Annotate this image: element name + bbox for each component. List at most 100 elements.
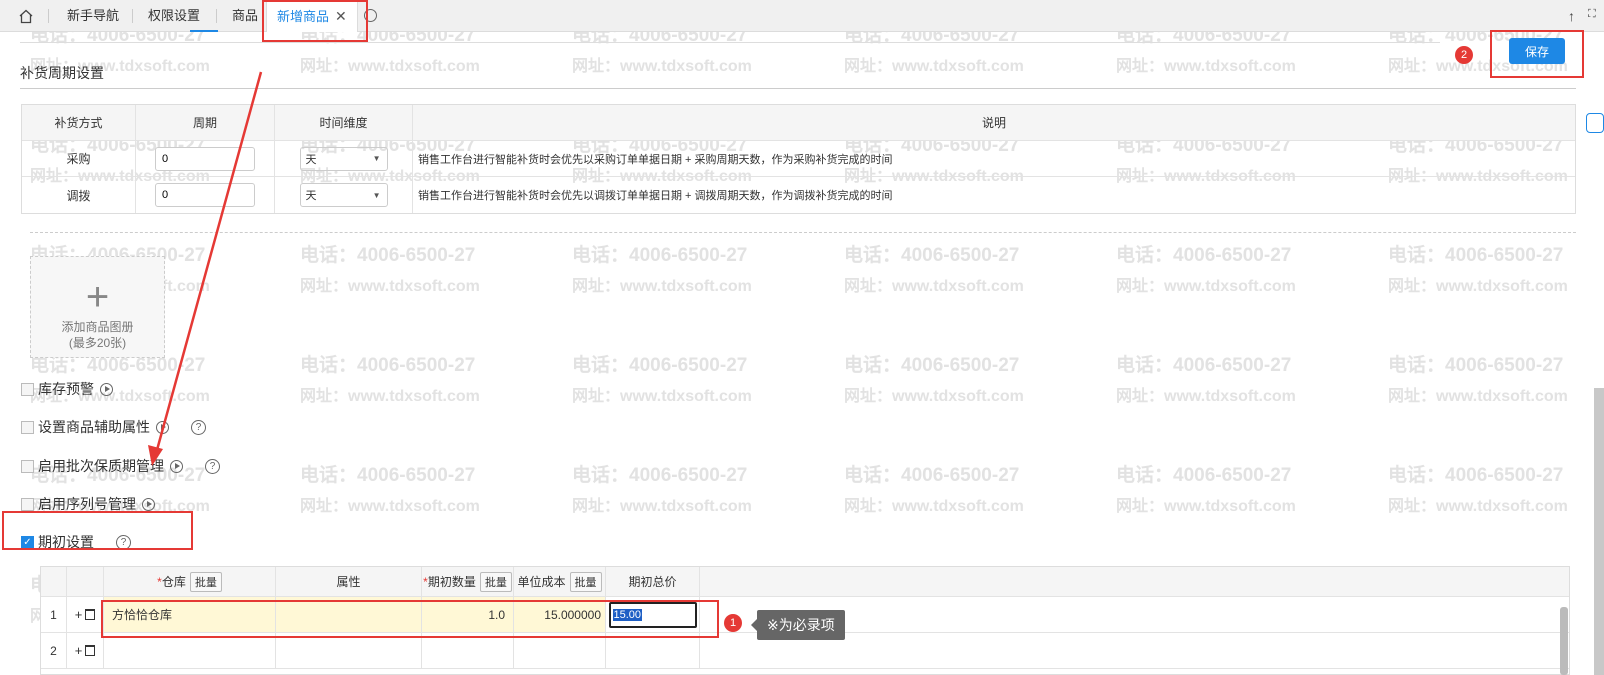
period-cell <box>136 141 275 176</box>
watermark-text: 网址：www.tdxsoft.com <box>844 498 1024 515</box>
option-label: 启用批次保质期管理 <box>38 458 164 474</box>
home-icon[interactable] <box>14 6 38 26</box>
annotation-box-row <box>101 600 719 638</box>
watermark-text: 电话：4006-6500-27 <box>572 355 748 376</box>
caret-down-icon: ▼ <box>372 190 381 200</box>
total-cell[interactable] <box>606 633 700 668</box>
unit-value: 天 <box>305 153 317 166</box>
tab-guide[interactable]: 新手导航 <box>57 0 129 32</box>
table-row: 采购 天▼ 销售工作台进行智能补货时会优先以采购订单单据日期 + 采购周期天数，… <box>22 141 1575 177</box>
header-attr: 属性 <box>276 567 422 596</box>
watermark-text: 网址：www.tdxsoft.com <box>1116 278 1296 295</box>
option-label: 库存预警 <box>38 381 94 397</box>
watermark-text: 电话：4006-6500-27 <box>300 245 476 266</box>
table-scrollbar[interactable] <box>1560 607 1568 675</box>
option-label: 设置商品辅助属性 <box>38 419 150 435</box>
note-cell: 销售工作台进行智能补货时会优先以调拨订单单据日期 + 调拨周期天数，作为调拨补货… <box>418 190 893 202</box>
period-input[interactable] <box>155 183 255 207</box>
annotation-box-tab <box>262 0 368 42</box>
checkbox[interactable] <box>21 459 34 473</box>
caret-down-icon: ▼ <box>372 154 381 163</box>
watermark-text: 电话：4006-6500-27 <box>1116 245 1292 266</box>
watermark-text: 电话：4006-6500-27 <box>844 355 1020 376</box>
watermark-text: 网址：www.tdxsoft.com <box>1116 498 1296 515</box>
header-note: 说明 <box>981 116 1006 130</box>
plus-icon: + <box>85 275 110 319</box>
add-row-icon[interactable]: + <box>75 643 83 658</box>
watermark-text: 网址：www.tdxsoft.com <box>1388 388 1568 405</box>
checkbox[interactable] <box>21 382 34 396</box>
watermark-text: 电话：4006-6500-27 <box>844 465 1020 486</box>
watermark-text: 电话：4006-6500-27 <box>1388 465 1564 486</box>
unit-select[interactable]: 天 ▼ <box>299 183 388 207</box>
arrow-up-icon[interactable]: ↑ <box>1568 8 1575 24</box>
watermark-text: 电话：4006-6500-27 <box>1116 465 1292 486</box>
watermark-text: 电话：4006-6500-27 <box>300 355 476 376</box>
step-badge-2: 2 <box>1455 46 1473 64</box>
table-header: * 仓库 批量 属性 * 期初数量 批量 单位成本 批量 期初总价 <box>41 567 1569 597</box>
help-icon[interactable]: ? <box>191 419 206 435</box>
watermark-text: 网址：www.tdxsoft.com <box>1116 58 1296 75</box>
table-header: 补货方式 周期 时间维度 说明 <box>22 105 1575 141</box>
trash-icon[interactable] <box>85 609 96 620</box>
qty-cell[interactable] <box>422 633 514 668</box>
row-actions: + <box>67 597 104 632</box>
assistant-icon[interactable] <box>1586 113 1604 133</box>
unit-cell: 天 ▼ <box>275 177 413 213</box>
header-warehouse: * 仓库 批量 <box>104 567 276 596</box>
batch-button[interactable]: 批量 <box>479 571 512 592</box>
header-total: 期初总价 <box>606 567 700 596</box>
step-badge-1: 1 <box>724 614 742 632</box>
add-row-icon[interactable]: + <box>75 607 83 622</box>
watermark-text: 网址：www.tdxsoft.com <box>572 388 752 405</box>
attr-cell[interactable] <box>276 633 422 668</box>
watermark-text: 网址：www.tdxsoft.com <box>1388 278 1568 295</box>
fullscreen-icon[interactable]: ⛶ <box>1588 8 1596 21</box>
divider <box>20 88 1576 89</box>
video-icon[interactable] <box>100 382 113 396</box>
watermark-text: 电话：4006-6500-27 <box>300 465 476 486</box>
annotation-box-save <box>1490 30 1584 78</box>
video-icon[interactable] <box>142 497 155 511</box>
option-stock-alert[interactable]: 库存预警 <box>21 379 113 399</box>
watermark-text: 网址：www.tdxsoft.com <box>844 388 1024 405</box>
header-unit: 时间维度 <box>275 105 413 140</box>
header-period: 周期 <box>136 105 275 140</box>
tab-bar: 新手导航 权限设置 商品 新增商品 ✕ ↑ ⛶ <box>0 0 1604 32</box>
album-label: 添加商品图册 <box>61 320 134 334</box>
unit-cell: 天 ▼ <box>275 141 413 176</box>
batch-button[interactable]: 批量 <box>189 571 222 592</box>
batch-button[interactable]: 批量 <box>569 571 602 592</box>
unit-select[interactable]: 天 ▼ <box>299 146 388 171</box>
replenish-table: 补货方式 周期 时间维度 说明 采购 天▼ 销售工作台进行智能补货时会优先以采购… <box>21 104 1576 214</box>
video-icon[interactable] <box>156 420 169 434</box>
watermark-text: 网址：www.tdxsoft.com <box>300 388 480 405</box>
unit-cost-cell[interactable] <box>514 633 606 668</box>
checkbox[interactable] <box>21 420 34 434</box>
option-batch-shelf[interactable]: 启用批次保质期管理? <box>21 456 220 476</box>
watermark-text: 电话：4006-6500-27 <box>572 465 748 486</box>
option-aux-attr[interactable]: 设置商品辅助属性? <box>21 417 206 437</box>
replenish-title: 补货周期设置 <box>20 65 104 81</box>
help-icon[interactable]: ? <box>205 458 220 474</box>
watermark-text: 网址：www.tdxsoft.com <box>300 58 480 75</box>
period-input[interactable] <box>155 146 255 171</box>
tab-permissions[interactable]: 权限设置 <box>138 0 210 32</box>
divider <box>20 42 1440 43</box>
required-tooltip: ※为必录项 <box>751 610 845 640</box>
checkbox[interactable] <box>21 497 34 511</box>
note-cell: 销售工作台进行智能补货时会优先以采购订单单据日期 + 采购周期天数，作为采购补货… <box>418 153 893 166</box>
row-number: 2 <box>41 633 67 668</box>
warehouse-cell[interactable] <box>104 633 276 668</box>
watermark-text: 电话：4006-6500-27 <box>1388 355 1564 376</box>
row-actions: + <box>67 633 104 668</box>
watermark-text: 网址：www.tdxsoft.com <box>1116 388 1296 405</box>
video-icon[interactable] <box>170 459 183 473</box>
page-scrollbar[interactable] <box>1594 388 1604 675</box>
watermark-text: 网址：www.tdxsoft.com <box>572 498 752 515</box>
watermark-text: 电话：4006-6500-27 <box>572 245 748 266</box>
tab-underline <box>190 30 218 32</box>
trash-icon[interactable] <box>85 645 96 656</box>
tab-goods-label: 商品 <box>232 8 259 23</box>
add-album-button[interactable]: + 添加商品图册 (最多20张) <box>30 256 165 358</box>
